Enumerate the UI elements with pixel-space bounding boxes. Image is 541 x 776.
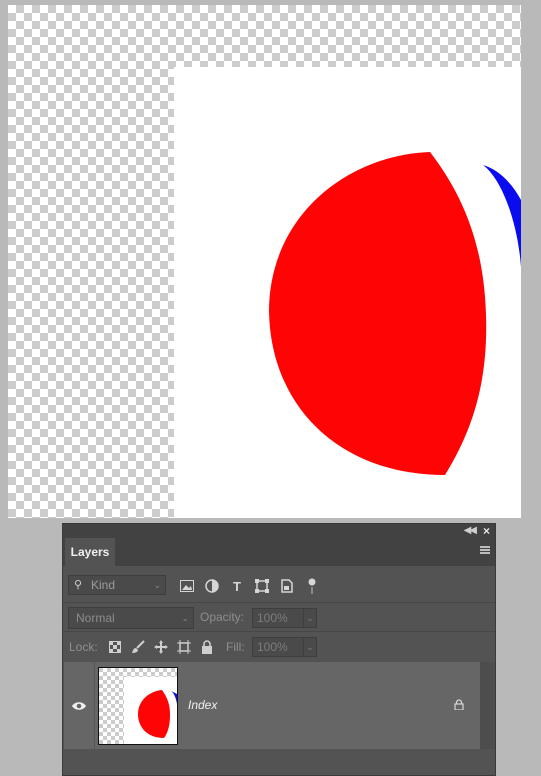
adjustment-filter-icon[interactable] [204, 578, 220, 594]
close-icon[interactable]: × [483, 524, 490, 538]
visibility-divider [94, 662, 95, 749]
lock-icons [107, 639, 215, 655]
lock-transparent-pixels-icon[interactable] [107, 639, 123, 655]
shape-filter-icon[interactable] [254, 578, 270, 594]
layer-name[interactable]: Index [188, 698, 217, 712]
image-filter-icon[interactable] [179, 578, 195, 594]
layer-row[interactable]: Index [64, 662, 480, 749]
chevron-down-icon: ⌄ [153, 580, 161, 590]
canvas-artwork [174, 67, 521, 518]
lock-image-pixels-icon[interactable] [130, 639, 146, 655]
lock-position-icon[interactable] [153, 639, 169, 655]
opacity-input[interactable]: 100% [252, 608, 304, 628]
blend-mode-value: Normal [76, 611, 115, 625]
layer-lock-icon [454, 699, 464, 713]
filter-icons: T [179, 576, 320, 596]
layer-thumbnail[interactable] [98, 667, 178, 745]
eye-icon[interactable] [72, 699, 86, 714]
opacity-dropdown-button[interactable]: ⌄ [303, 608, 317, 628]
fill-label: Fill: [226, 640, 245, 654]
lock-label: Lock: [69, 640, 98, 654]
layers-panel: ◀◀ × Layers ⚲ Kind ⌄ T Normal ⌄ Opacity:… [62, 523, 496, 776]
document-canvas[interactable] [8, 5, 521, 518]
panel-tab-bar: Layers [63, 538, 495, 566]
layer-thumbnail-art [99, 668, 177, 744]
smart-object-filter-icon[interactable] [279, 578, 295, 594]
kind-filter-select[interactable]: ⚲ Kind ⌄ [68, 575, 166, 595]
blend-row: Normal ⌄ Opacity: 100% ⌄ [63, 602, 495, 631]
panel-title-bar[interactable]: ◀◀ × [63, 524, 495, 538]
blend-mode-select[interactable]: Normal ⌄ [68, 607, 194, 629]
search-icon: ⚲ [74, 579, 83, 591]
fill-dropdown-button[interactable]: ⌄ [303, 637, 317, 657]
kind-filter-value: Kind [91, 578, 116, 592]
layer-filter-row: ⚲ Kind ⌄ T [63, 572, 495, 600]
tab-layers[interactable]: Layers [65, 538, 115, 566]
filter-toggle-icon[interactable] [304, 578, 320, 594]
collapse-panel-icon[interactable]: ◀◀ [464, 525, 477, 536]
panel-menu-icon[interactable] [480, 546, 490, 554]
lock-row: Lock: Fill: 100% ⌄ [63, 631, 495, 662]
type-filter-icon[interactable]: T [229, 578, 245, 594]
lock-all-icon[interactable] [199, 639, 215, 655]
fill-input[interactable]: 100% [252, 637, 304, 657]
opacity-label: Opacity: [200, 610, 245, 624]
chevron-down-icon: ⌄ [181, 613, 189, 623]
lock-artboard-icon[interactable] [176, 639, 192, 655]
layers-scrollbar[interactable] [480, 662, 495, 749]
